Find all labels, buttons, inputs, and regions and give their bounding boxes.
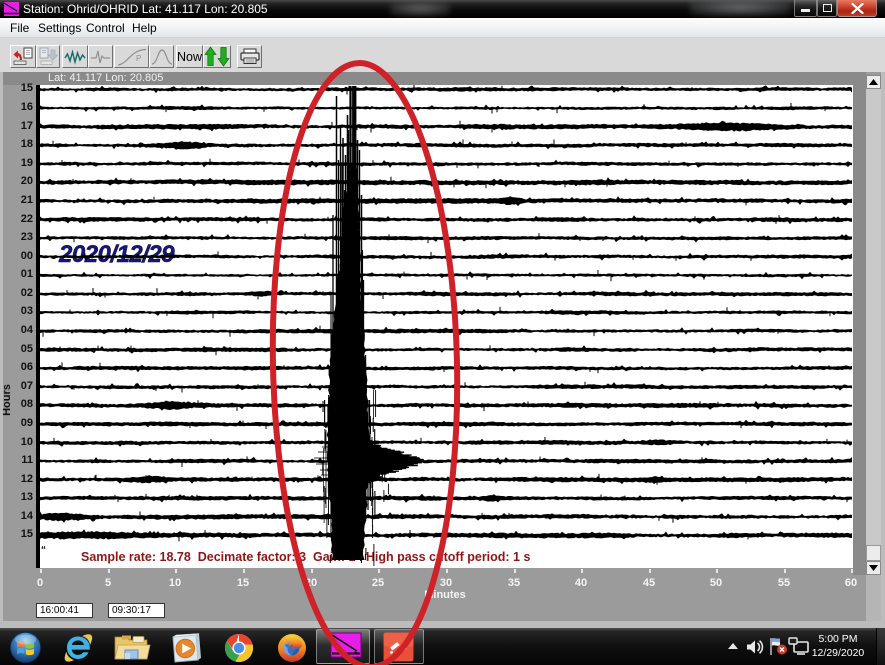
svg-text:P: P (136, 54, 141, 63)
svg-text:2020/12/29: 2020/12/29 (58, 241, 175, 268)
svg-text:Sample rate: 18.78 Decimate f: Sample rate: 18.78 Decimate factor: 3 Ga… (81, 550, 530, 564)
svg-text:“: “ (41, 545, 46, 556)
